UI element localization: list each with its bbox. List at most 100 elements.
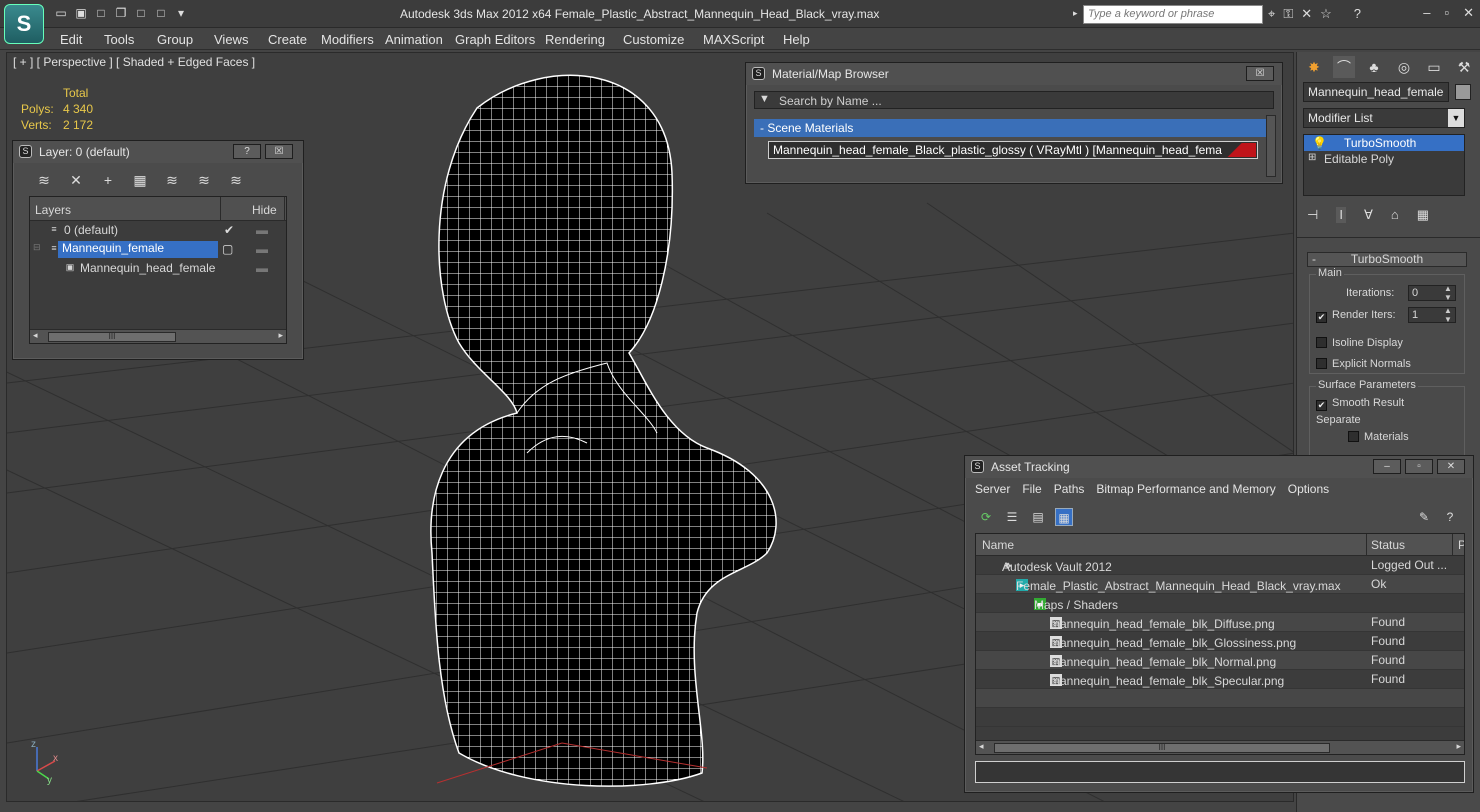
remove-modifier-icon[interactable]: ⌂ bbox=[1391, 207, 1399, 223]
chevron-down-icon[interactable]: ▼ bbox=[1448, 109, 1464, 127]
menu-edit[interactable]: Edit bbox=[60, 32, 82, 47]
binoculars-icon[interactable]: ⌖ bbox=[1268, 6, 1275, 22]
smooth-result-option[interactable]: ✔ Smooth Result bbox=[1316, 397, 1404, 411]
key-icon[interactable]: ⚿ bbox=[1283, 6, 1293, 22]
stack-item[interactable]: ⊞ Editable Poly bbox=[1304, 151, 1464, 167]
configure-sets-icon[interactable]: ▦ bbox=[1417, 207, 1429, 223]
column-name[interactable]: Name bbox=[982, 538, 1014, 552]
hierarchy-tab-icon[interactable]: ♣ bbox=[1363, 56, 1385, 78]
menu-group[interactable]: Group bbox=[157, 32, 193, 47]
scene-materials-group[interactable]: - Scene Materials bbox=[754, 119, 1266, 137]
help-button[interactable]: ? bbox=[233, 144, 261, 159]
column-status[interactable]: Status bbox=[1371, 538, 1405, 552]
vault-login-icon[interactable]: ✎ bbox=[1415, 508, 1433, 526]
viewport-label[interactable]: [ + ] [ Perspective ] [ Shaded + Edged F… bbox=[13, 55, 255, 69]
grid-view-icon[interactable]: ▦ bbox=[1055, 508, 1073, 526]
material-item[interactable]: Mannequin_head_female_Black_plastic_glos… bbox=[768, 141, 1258, 159]
display-tab-icon[interactable]: ▭ bbox=[1423, 56, 1445, 78]
lightbulb-icon[interactable]: 💡 bbox=[1312, 136, 1327, 150]
table-row[interactable]: ❖ Autodesk Vault 2012 Logged Out ... bbox=[976, 556, 1464, 575]
scroll-thumb[interactable]: III bbox=[48, 332, 176, 342]
hide-toggle[interactable]: ▬ bbox=[256, 242, 268, 256]
menu-help[interactable]: Help bbox=[783, 32, 810, 47]
scroll-left-icon[interactable]: ◂ bbox=[979, 741, 984, 752]
open-icon[interactable]: ▭ bbox=[54, 6, 68, 20]
asset-menu-paths[interactable]: Paths bbox=[1054, 482, 1085, 496]
material-search-input[interactable]: ▼ Search by Name ... bbox=[754, 91, 1274, 109]
close-button[interactable]: ☒ bbox=[265, 144, 293, 159]
menu-customize[interactable]: Customize bbox=[623, 32, 684, 47]
list-view-icon[interactable]: ☰ bbox=[1003, 508, 1021, 526]
select-in-layer-icon[interactable]: ▦ bbox=[131, 171, 149, 189]
hide-toggle[interactable]: ▬ bbox=[256, 261, 268, 275]
make-unique-icon[interactable]: ∀ bbox=[1364, 207, 1373, 223]
menu-create[interactable]: Create bbox=[268, 32, 307, 47]
search-input[interactable]: Type a keyword or phrase bbox=[1083, 5, 1263, 24]
spinner-arrows-icon[interactable]: ▲ ▼ bbox=[1444, 306, 1452, 324]
table-row[interactable]: ▨ mannequin_head_female_blk_Diffuse.png F… bbox=[976, 613, 1464, 632]
isoline-display-option[interactable]: Isoline Display bbox=[1316, 337, 1403, 349]
scroll-left-icon[interactable]: ◂ bbox=[33, 330, 38, 341]
delete-layer-icon[interactable]: ✕ bbox=[67, 171, 85, 189]
restore-icon[interactable]: ▫ bbox=[1405, 459, 1433, 474]
vertical-scrollbar[interactable] bbox=[1266, 115, 1276, 177]
spinner-arrows-icon[interactable]: ▲ ▼ bbox=[1444, 284, 1452, 302]
menu-views[interactable]: Views bbox=[214, 32, 248, 47]
material-browser-titlebar[interactable]: S Material/Map Browser ☒ bbox=[746, 63, 1282, 85]
layer-row[interactable]: ▣ Mannequin_head_female ▬ bbox=[30, 259, 286, 278]
expand-arrow-icon[interactable]: ▸ bbox=[1073, 8, 1078, 19]
hide-toggle[interactable]: ▬ bbox=[256, 223, 268, 237]
layer-row[interactable]: ⊟ ≡ Mannequin_female ▢ ▬ bbox=[30, 240, 286, 259]
scroll-right-icon[interactable]: ▸ bbox=[1456, 741, 1461, 752]
maximize-icon[interactable]: ▫ bbox=[1444, 5, 1449, 21]
column-layers[interactable]: Layers bbox=[35, 203, 71, 217]
motion-tab-icon[interactable]: ◎ bbox=[1393, 56, 1415, 78]
minimize-icon[interactable]: – bbox=[1373, 459, 1401, 474]
app-logo-icon[interactable]: S bbox=[4, 4, 44, 44]
menu-maxscript[interactable]: MAXScript bbox=[703, 32, 764, 47]
highlight-layer-icon[interactable]: ≋ bbox=[163, 171, 181, 189]
render-iters-option[interactable]: ✔ Render Iters: bbox=[1316, 309, 1396, 323]
show-end-result-icon[interactable]: I bbox=[1336, 207, 1346, 223]
layer-panel-titlebar[interactable]: S Layer: 0 (default) ? ☒ bbox=[13, 141, 303, 163]
table-row[interactable]: ▨ mannequin_head_female_blk_Glossiness.pn… bbox=[976, 632, 1464, 651]
scroll-right-icon[interactable]: ▸ bbox=[278, 330, 283, 341]
layer-name[interactable]: Mannequin_head_female bbox=[80, 261, 215, 275]
layer-name[interactable]: 0 (default) bbox=[64, 223, 118, 237]
modify-tab-icon[interactable]: ⌒ bbox=[1333, 56, 1355, 78]
explicit-normals-option[interactable]: Explicit Normals bbox=[1316, 358, 1411, 370]
hide-all-icon[interactable]: ≋ bbox=[195, 171, 213, 189]
table-row[interactable]: ▨ mannequin_head_female_blk_Specular.png … bbox=[976, 670, 1464, 689]
new-icon[interactable]: □ bbox=[94, 6, 108, 20]
layer-name[interactable]: Mannequin_female bbox=[58, 241, 218, 258]
create-tab-icon[interactable]: ✸ bbox=[1303, 56, 1325, 78]
column-hide[interactable]: Hide bbox=[252, 203, 277, 217]
close-icon[interactable]: ✕ bbox=[1463, 5, 1474, 21]
redo-icon[interactable]: □ bbox=[154, 6, 168, 20]
asset-menu-bitmap-performance[interactable]: Bitmap Performance and Memory bbox=[1096, 482, 1275, 496]
menu-tools[interactable]: Tools bbox=[104, 32, 134, 47]
modifier-list-dropdown[interactable]: Modifier List ▼ bbox=[1303, 108, 1465, 128]
turbosmooth-rollout-header[interactable]: - TurboSmooth bbox=[1307, 252, 1467, 267]
add-to-layer-icon[interactable]: + bbox=[99, 171, 117, 189]
options-dropdown-icon[interactable]: ▼ bbox=[759, 93, 770, 105]
horizontal-scrollbar[interactable]: ◂ III ▸ bbox=[976, 740, 1464, 754]
create-layer-icon[interactable]: ≋ bbox=[35, 171, 53, 189]
table-row[interactable]: ▰ Maps / Shaders bbox=[976, 594, 1464, 613]
refresh-icon[interactable]: ⟳ bbox=[977, 508, 995, 526]
scroll-thumb[interactable]: III bbox=[994, 743, 1330, 753]
rollout-toggle[interactable]: - bbox=[1312, 253, 1316, 266]
table-row[interactable]: ▨ mannequin_head_female_blk_Normal.png Fo… bbox=[976, 651, 1464, 670]
materials-option[interactable]: Materials bbox=[1348, 431, 1409, 443]
star-icon[interactable]: ☆ bbox=[1320, 6, 1332, 22]
stack-item[interactable]: 💡 TurboSmooth bbox=[1304, 135, 1464, 151]
object-name-field[interactable]: Mannequin_head_female bbox=[1303, 82, 1449, 102]
menu-rendering[interactable]: Rendering bbox=[545, 32, 605, 47]
minimize-icon[interactable]: – bbox=[1423, 5, 1430, 21]
object-color-swatch[interactable] bbox=[1455, 84, 1471, 100]
save-icon[interactable]: ▣ bbox=[74, 6, 88, 20]
undo-icon[interactable]: □ bbox=[134, 6, 148, 20]
asset-path-field[interactable] bbox=[975, 761, 1465, 783]
help-icon[interactable]: ? bbox=[1354, 6, 1361, 22]
active-check-icon[interactable]: ✔ bbox=[224, 223, 234, 237]
